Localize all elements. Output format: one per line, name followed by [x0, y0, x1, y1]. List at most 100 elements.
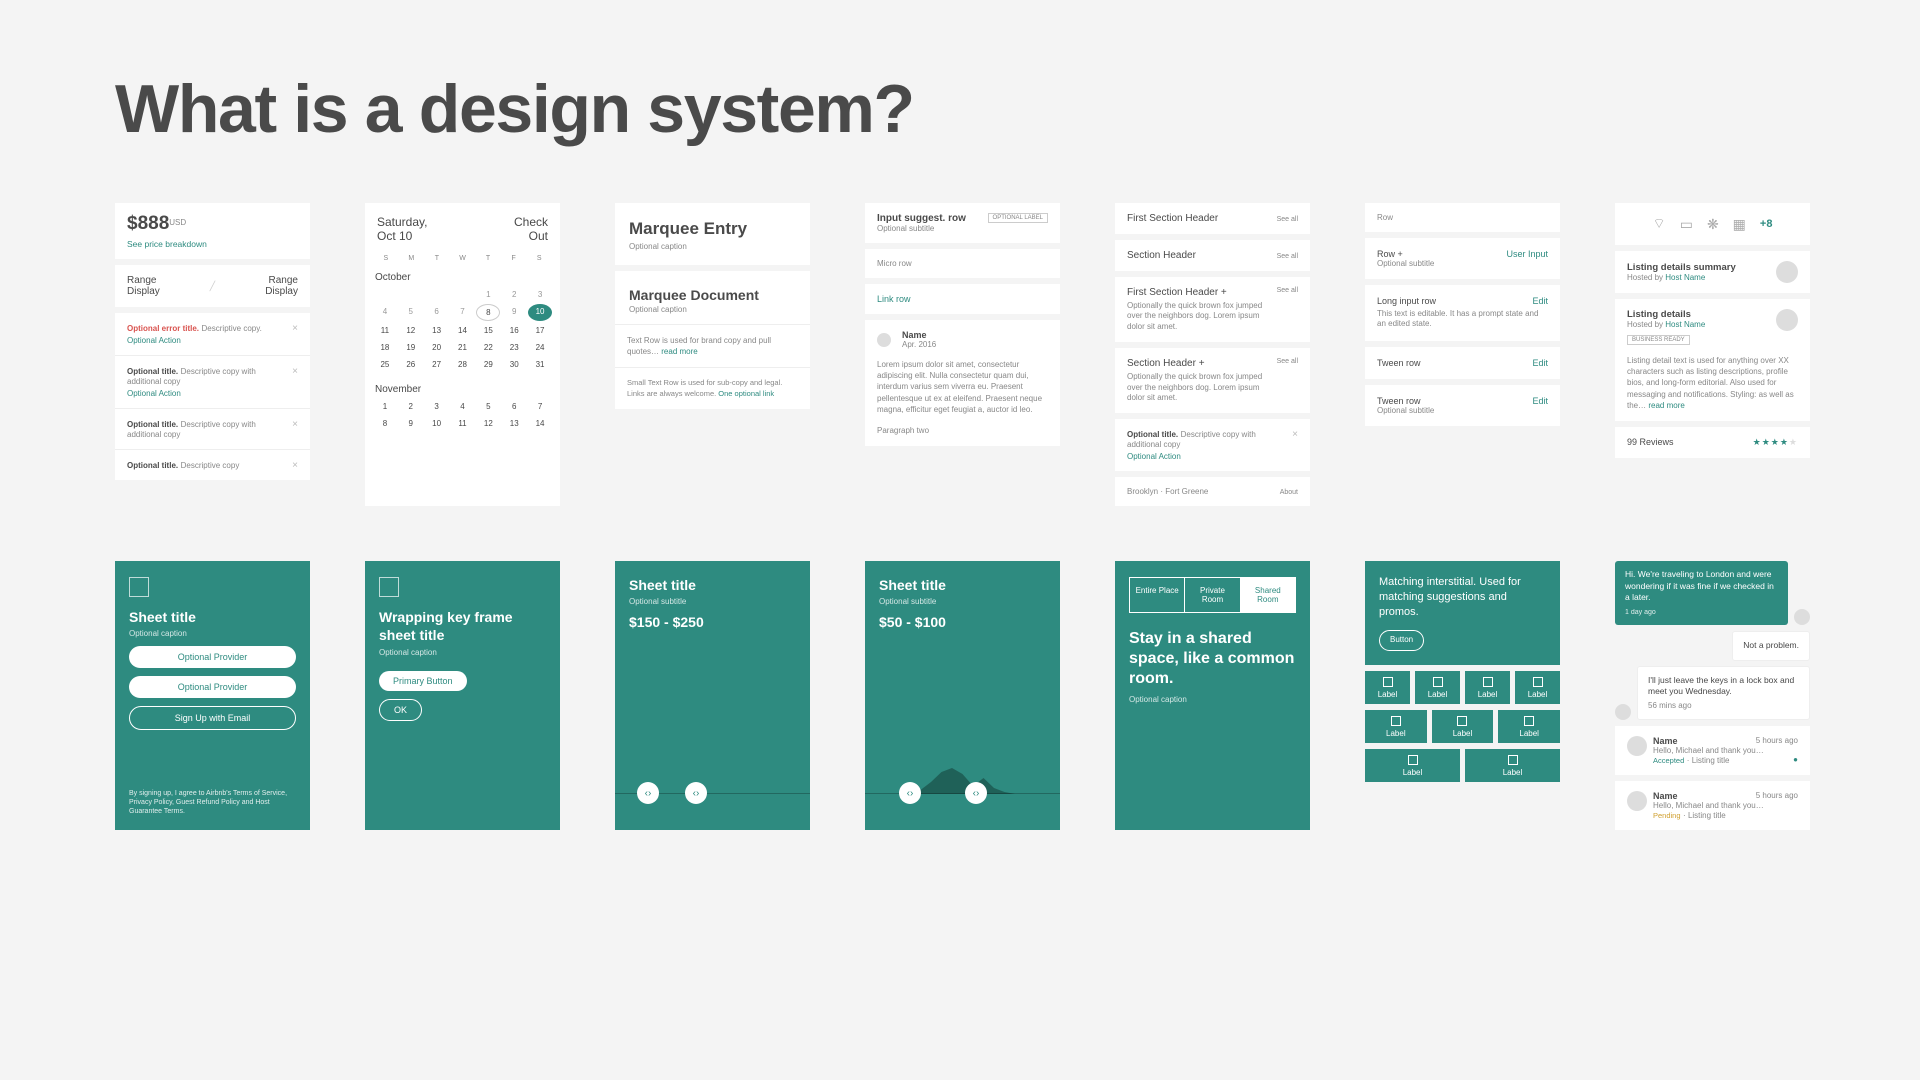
close-icon[interactable]: × — [292, 460, 298, 471]
host-name-link[interactable]: Host Name — [1665, 273, 1705, 282]
small-text-link[interactable]: One optional link — [718, 389, 774, 398]
label-cell[interactable]: Label — [1432, 710, 1494, 743]
sheet-signup: Sheet title Optional caption Optional Pr… — [115, 561, 310, 830]
label-cell[interactable]: Label — [1365, 749, 1460, 782]
signup-email-button[interactable]: Sign Up with Email — [129, 706, 296, 730]
lorem-body: Lorem ipsum dolor sit amet, consectetur … — [865, 359, 1060, 425]
see-price-breakdown-link[interactable]: See price breakdown — [127, 239, 298, 249]
primary-button[interactable]: Primary Button — [379, 671, 467, 691]
slider-knob-max[interactable]: ‹› — [685, 782, 707, 804]
edit-link[interactable]: Edit — [1532, 396, 1548, 415]
page-title: What is a design system? — [115, 70, 1805, 148]
tween-row-label: Tween row — [1377, 358, 1421, 368]
chat-bubble-incoming: I'll just leave the keys in a lock box a… — [1637, 666, 1810, 721]
label-cell[interactable]: Label — [1365, 710, 1427, 743]
sheet-room-type: Entire Place Private Room Shared Room St… — [1115, 561, 1310, 830]
input-suggest-title: Input suggest. row — [877, 213, 966, 224]
first-section-header: First Section Header — [1127, 213, 1218, 224]
chat-bubble-outgoing: Hi. We're traveling to London and were w… — [1615, 561, 1788, 625]
host-name-link[interactable]: Host Name — [1665, 320, 1705, 329]
msg-time: 5 hours ago — [1756, 736, 1798, 746]
row-error-title: Optional error title. — [127, 324, 199, 333]
sheet-caption: Optional caption — [1129, 695, 1296, 704]
hosted-by-label: Hosted by — [1627, 273, 1663, 282]
slider-track[interactable] — [865, 793, 1060, 794]
slider-knob-max[interactable]: ‹› — [965, 782, 987, 804]
reviews-count[interactable]: 99 Reviews — [1627, 437, 1674, 447]
room-type-headline: Stay in a shared space, like a common ro… — [1129, 629, 1296, 689]
sheet-title: Sheet title — [879, 577, 1046, 593]
provider-button[interactable]: Optional Provider — [129, 676, 296, 698]
msg-time: 5 hours ago — [1756, 791, 1798, 801]
seg-shared-room[interactable]: Shared Room — [1241, 578, 1295, 612]
row-action-link[interactable]: Optional Action — [127, 389, 298, 398]
col-listing: ⌔ ▭ ❋ ▦ +8 Listing details summary Hoste… — [1615, 203, 1810, 506]
edit-link[interactable]: Edit — [1532, 358, 1548, 368]
read-more-link[interactable]: read more — [661, 347, 697, 356]
author-name: Name — [902, 330, 936, 340]
see-all-link[interactable]: See all — [1277, 287, 1298, 294]
user-input-value[interactable]: User Input — [1506, 249, 1548, 268]
text-row-body: Text Row is used for brand copy and pull… — [627, 336, 771, 356]
seg-entire-place[interactable]: Entire Place — [1130, 578, 1185, 612]
micro-row[interactable]: Micro row — [865, 249, 1060, 278]
row-action-link[interactable]: Optional Action — [127, 336, 298, 345]
input-suggest-subtitle: Optional subtitle — [877, 224, 966, 233]
chat-timestamp: 56 mins ago — [1648, 701, 1799, 712]
label-cell[interactable]: Label — [1515, 671, 1560, 704]
sheet-subtitle: Optional subtitle — [629, 597, 796, 606]
host-avatar[interactable] — [1776, 309, 1798, 331]
close-icon[interactable]: × — [292, 419, 298, 430]
row-copy: Descriptive copy. — [202, 324, 262, 333]
tween-row-sub: Optional subtitle — [1377, 406, 1434, 415]
section-header: Section Header — [1127, 250, 1196, 261]
check-label: Check — [514, 215, 548, 229]
label-cell[interactable]: Label — [1365, 671, 1410, 704]
see-all-link[interactable]: See all — [1277, 358, 1298, 365]
row-plain[interactable]: Row — [1365, 203, 1560, 232]
breadcrumb-loc2[interactable]: Fort Greene — [1165, 487, 1208, 496]
row-action-link[interactable]: Optional Action — [1127, 452, 1298, 461]
plus-more-link[interactable]: +8 — [1760, 218, 1773, 230]
row-title: Optional title. — [127, 420, 178, 429]
marquee-doc-caption: Optional caption — [629, 305, 796, 314]
read-more-link[interactable]: read more — [1648, 401, 1684, 410]
slider-knob-min[interactable]: ‹› — [899, 782, 921, 804]
slider-knob-min[interactable]: ‹› — [637, 782, 659, 804]
row-copy: Descriptive copy — [181, 461, 240, 470]
long-input-label: Long input row — [1377, 296, 1436, 306]
calendar-grid-october[interactable]: 1234567891011121314151617181920212223242… — [365, 285, 560, 378]
label-cell[interactable]: Label — [1415, 671, 1460, 704]
close-icon[interactable]: × — [292, 366, 298, 377]
link-row[interactable]: Link row — [865, 284, 1060, 314]
matching-button[interactable]: Button — [1379, 630, 1424, 651]
segmented-control[interactable]: Entire Place Private Room Shared Room — [1129, 577, 1296, 613]
label-cell[interactable]: Label — [1465, 671, 1510, 704]
edit-link[interactable]: Edit — [1532, 296, 1548, 306]
host-avatar[interactable] — [1776, 261, 1798, 283]
close-icon[interactable]: × — [1292, 429, 1298, 440]
label-cell[interactable]: Label — [1465, 749, 1560, 782]
col-chat: Hi. We're traveling to London and were w… — [1615, 561, 1810, 830]
sheet-price-slider: Sheet title Optional subtitle $150 - $25… — [615, 561, 810, 830]
provider-button[interactable]: Optional Provider — [129, 646, 296, 668]
business-ready-badge: BUSINESS READY — [1627, 335, 1690, 345]
sheet-title: Sheet title — [129, 609, 296, 625]
see-all-link[interactable]: See all — [1277, 216, 1298, 223]
row-plus-label: Row + — [1377, 249, 1434, 259]
calendar-grid-november[interactable]: 1234567891011121314 — [365, 397, 560, 437]
placeholder-icon — [379, 577, 399, 597]
seg-private-room[interactable]: Private Room — [1185, 578, 1240, 612]
label-cell[interactable]: Label — [1498, 710, 1560, 743]
sheet-legal-text: By signing up, I agree to Airbnb's Terms… — [129, 789, 296, 816]
breadcrumb-loc1[interactable]: Brooklyn — [1127, 487, 1158, 496]
col-input-rows: Input suggest. row Optional subtitle OPT… — [865, 203, 1060, 506]
see-all-link[interactable]: See all — [1277, 253, 1298, 260]
ok-button[interactable]: OK — [379, 699, 422, 721]
label-grid-3: Label Label Label — [1365, 710, 1560, 743]
close-icon[interactable]: × — [292, 323, 298, 334]
calendar-month-october: October — [365, 266, 560, 285]
about-link[interactable]: About — [1280, 489, 1298, 496]
chat-bubble-incoming: Not a problem. — [1732, 631, 1810, 660]
listing-details-title: Listing details — [1627, 309, 1705, 320]
